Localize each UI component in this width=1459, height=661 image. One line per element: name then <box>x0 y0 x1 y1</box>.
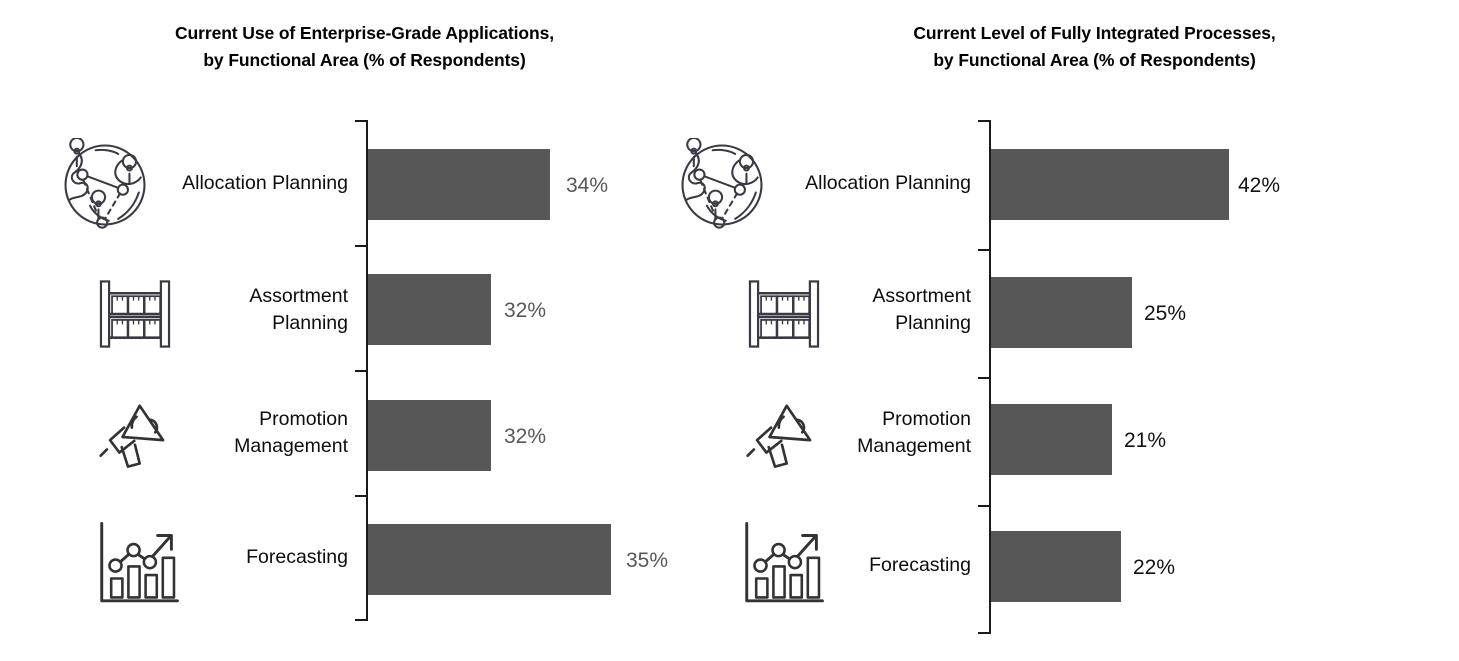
y-axis-tick-2-left <box>355 370 366 372</box>
category-label-right-0: Allocation Planning <box>805 172 971 194</box>
bar-left-2 <box>368 400 491 471</box>
plot-area-left: Allocation Planning 34% Assortment Plann… <box>0 0 729 661</box>
shelving-rack-icon <box>98 277 172 351</box>
y-axis-tick-2-right <box>978 377 989 379</box>
bar-right-3 <box>991 531 1121 602</box>
bar-value-right-3: 22% <box>1133 556 1176 579</box>
bar-value-left-1: 32% <box>504 299 547 322</box>
category-label-right-2: Promotion Management <box>857 408 971 457</box>
bar-left-1 <box>368 274 491 345</box>
category-label-left-3: Forecasting <box>246 546 348 568</box>
chart-panel-right: Current Level of Fully Integrated Proces… <box>681 0 1459 661</box>
y-axis-tick-1-right <box>978 249 989 251</box>
bar-value-right-0: 42% <box>1238 174 1281 197</box>
bar-right-2 <box>991 404 1112 475</box>
bar-left-3 <box>368 524 611 595</box>
y-axis-tick-3-left <box>355 495 366 497</box>
bar-value-left-0: 34% <box>566 174 609 197</box>
bar-value-right-1: 25% <box>1144 302 1187 325</box>
chart-panel-left: Current Use of Enterprise-Grade Applicat… <box>0 0 729 661</box>
y-axis-tick-4-right <box>978 632 989 634</box>
y-axis-tick-4-left <box>355 619 366 621</box>
bar-left-0 <box>368 149 550 220</box>
category-label-left-0: Allocation Planning <box>182 172 348 194</box>
y-axis-tick-1-left <box>355 245 366 247</box>
bar-right-1 <box>991 277 1132 348</box>
category-label-left-2: Promotion Management <box>234 408 348 457</box>
y-axis-tick-0-left <box>355 120 366 122</box>
y-axis-tick-3-right <box>978 505 989 507</box>
bar-value-left-2: 32% <box>504 425 547 448</box>
category-label-right-1: Assortment Planning <box>872 285 971 334</box>
y-axis-tick-0-right <box>978 120 989 122</box>
bar-value-right-2: 21% <box>1124 429 1167 452</box>
bar-right-0 <box>991 149 1229 220</box>
plot-area-right: Allocation Planning 42% Assortment Plann… <box>681 0 1459 661</box>
category-label-right-3: Forecasting <box>869 554 971 576</box>
bar-value-left-3: 35% <box>626 549 669 572</box>
category-label-left-1: Assortment Planning <box>249 285 348 334</box>
